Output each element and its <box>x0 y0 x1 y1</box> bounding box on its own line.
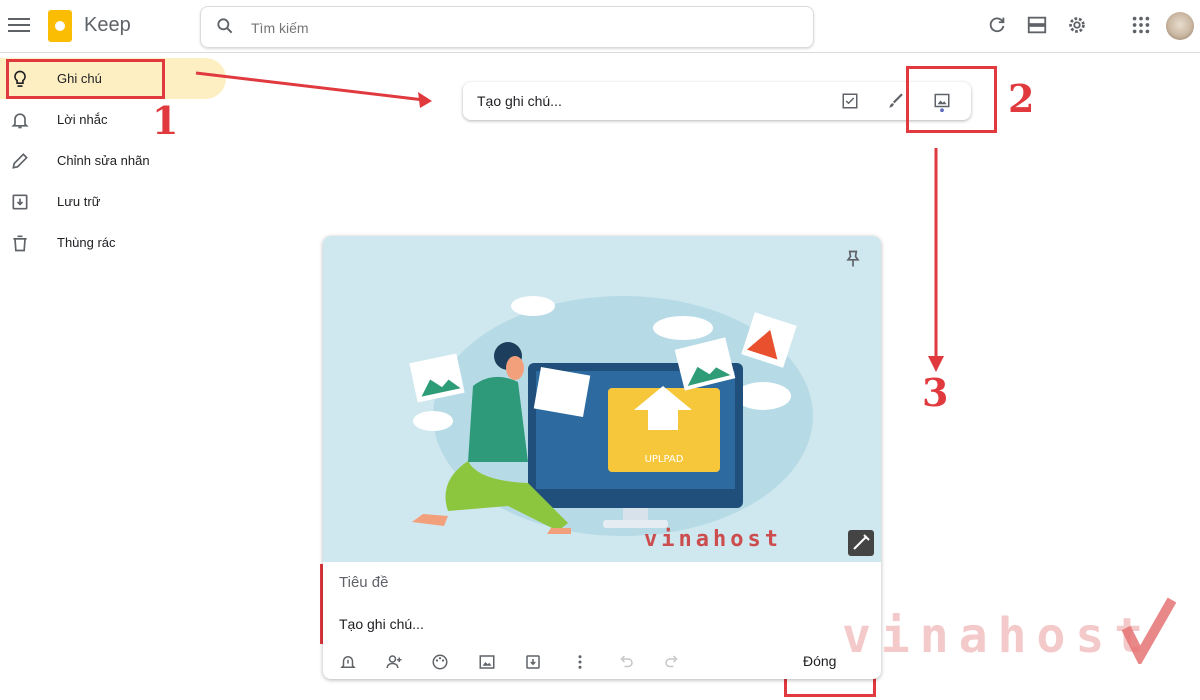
note-body-field[interactable]: Tạo ghi chú... <box>339 616 424 632</box>
illustration-upload-text: UPLPAD <box>645 454 684 465</box>
upload-illustration: UPLPAD vinahost <box>409 296 813 552</box>
add-image-icon[interactable] <box>478 653 496 671</box>
note-image: UPLPAD vinahost <box>323 236 881 562</box>
watermark-check-icon <box>1121 597 1177 664</box>
step-3-label: 3 <box>922 370 949 415</box>
undo-icon[interactable] <box>617 653 635 671</box>
step-1-label: 1 <box>152 98 179 143</box>
note-toolbar: Đóng <box>323 647 881 679</box>
archive-icon[interactable] <box>524 653 542 671</box>
pin-icon[interactable] <box>843 248 863 270</box>
more-options-icon[interactable] <box>571 653 589 671</box>
image-watermark: vinahost <box>644 527 782 552</box>
redo-icon[interactable] <box>663 653 681 671</box>
palette-icon[interactable] <box>431 653 449 671</box>
image-options-icon[interactable] <box>848 530 874 556</box>
title-field[interactable]: Tiêu đề <box>339 574 388 591</box>
remind-me-icon[interactable] <box>339 653 357 671</box>
step-2-label: 2 <box>1008 76 1035 121</box>
watermark: vinahost <box>842 608 1154 664</box>
collaborator-icon[interactable] <box>385 653 403 671</box>
note-editor: UPLPAD vinahost Tiêu đề Tạo ghi chú... Đ… <box>323 236 881 679</box>
close-button[interactable]: Đóng <box>803 653 836 669</box>
